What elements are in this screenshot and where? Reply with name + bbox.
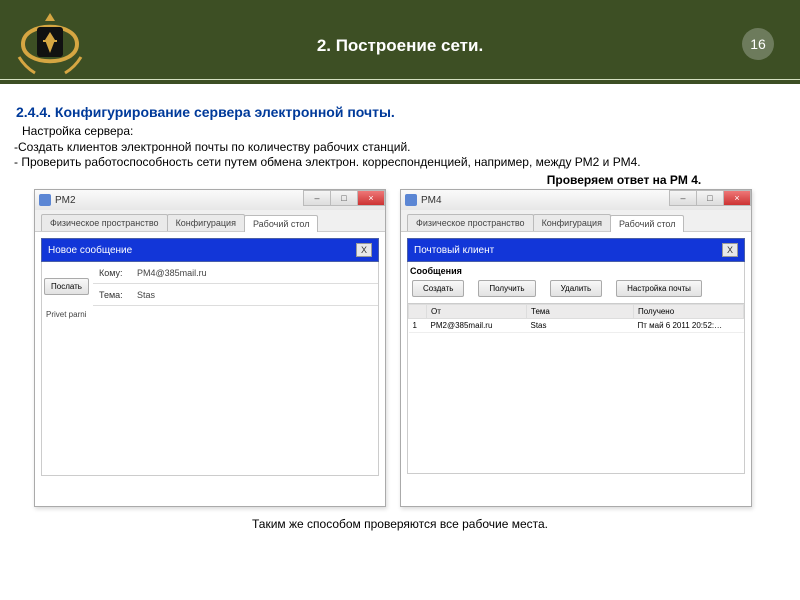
cell-index: 1	[409, 319, 427, 333]
maximize-button[interactable]: □	[330, 190, 358, 206]
tabs-pm2: Физическое пространство Конфигурация Раб…	[35, 210, 385, 232]
window-title: PM2	[55, 195, 76, 206]
panel-pm4: Почтовый клиент X Сообщения Создать Полу…	[401, 232, 751, 480]
cell-from: PM2@385mail.ru	[427, 319, 527, 333]
panel-pm2: Новое сообщение X Послать Кому: PM4@385m…	[35, 232, 385, 480]
compose-close-icon[interactable]: X	[356, 243, 372, 257]
receive-button[interactable]: Получить	[478, 280, 535, 297]
cell-subject: Stas	[527, 319, 634, 333]
close-button[interactable]: ×	[723, 190, 751, 206]
check-label: Проверяем ответ на PM 4.	[524, 173, 724, 187]
tabs-pm4: Физическое пространство Конфигурация Раб…	[401, 210, 751, 232]
titlebar-pm2[interactable]: PM2 – □ ×	[35, 190, 385, 210]
tab-physical[interactable]: Физическое пространство	[41, 214, 168, 231]
col-received[interactable]: Получено	[634, 305, 744, 319]
minimize-button[interactable]: –	[669, 190, 697, 206]
compose-body[interactable]: Privet parni	[41, 306, 379, 476]
mailclient-close-icon[interactable]: X	[722, 243, 738, 257]
emblem-icon	[12, 6, 88, 82]
subject-label: Тема:	[93, 290, 137, 300]
header-divider	[0, 79, 800, 80]
table-row[interactable]: 1 PM2@385mail.ru Stas Пт май 6 2011 20:5…	[409, 319, 744, 333]
window-title: PM4	[421, 195, 442, 206]
tab-desktop[interactable]: Рабочий стол	[610, 215, 685, 232]
window-pm2: PM2 – □ × Физическое пространство Конфиг…	[34, 189, 386, 507]
tab-physical[interactable]: Физическое пространство	[407, 214, 534, 231]
app-icon	[405, 194, 417, 206]
mailclient-header: Почтовый клиент X	[407, 238, 745, 262]
titlebar-pm4[interactable]: PM4 – □ ×	[401, 190, 751, 210]
col-index[interactable]	[409, 305, 427, 319]
send-button[interactable]: Послать	[44, 278, 89, 295]
compose-header: Новое сообщение X	[41, 238, 379, 262]
inbox-table: От Тема Получено 1 PM2@385mail.ru Stas П…	[408, 304, 744, 333]
mail-settings-button[interactable]: Настройка почты	[616, 280, 702, 297]
col-subject[interactable]: Тема	[527, 305, 634, 319]
compose-title: Новое сообщение	[48, 245, 132, 256]
content-area: 2.4.4. Конфигурирование сервера электрон…	[0, 84, 800, 187]
delete-button[interactable]: Удалить	[550, 280, 603, 297]
tab-config[interactable]: Конфигурация	[167, 214, 245, 231]
slide-title: 2. Построение сети.	[0, 0, 800, 56]
table-header-row: От Тема Получено	[409, 305, 744, 319]
section-subheading: Настройка сервера:	[22, 124, 786, 138]
col-from[interactable]: От	[427, 305, 527, 319]
footer-note: Таким же способом проверяются все рабочи…	[0, 517, 800, 531]
slide-header: 2. Построение сети. 16	[0, 0, 800, 84]
maximize-button[interactable]: □	[696, 190, 724, 206]
window-pm4: PM4 – □ × Физическое пространство Конфиг…	[400, 189, 752, 507]
page-number-badge: 16	[742, 28, 774, 60]
tab-config[interactable]: Конфигурация	[533, 214, 611, 231]
to-field[interactable]: PM4@385mail.ru	[137, 268, 378, 278]
section-heading: 2.4.4. Конфигурирование сервера электрон…	[16, 104, 786, 120]
app-icon	[39, 194, 51, 206]
mailclient-title: Почтовый клиент	[414, 245, 494, 256]
minimize-button[interactable]: –	[303, 190, 331, 206]
create-button[interactable]: Создать	[412, 280, 464, 297]
subject-field[interactable]: Stas	[137, 290, 378, 300]
bullet-1: -Создать клиентов электронной почты по к…	[14, 140, 786, 154]
cell-received: Пт май 6 2011 20:52:…	[634, 319, 744, 333]
bullet-2: - Проверить работоспособность сети путем…	[14, 155, 786, 169]
close-button[interactable]: ×	[357, 190, 385, 206]
to-label: Кому:	[93, 268, 137, 278]
messages-label: Сообщения	[408, 262, 744, 278]
tab-desktop[interactable]: Рабочий стол	[244, 215, 319, 232]
